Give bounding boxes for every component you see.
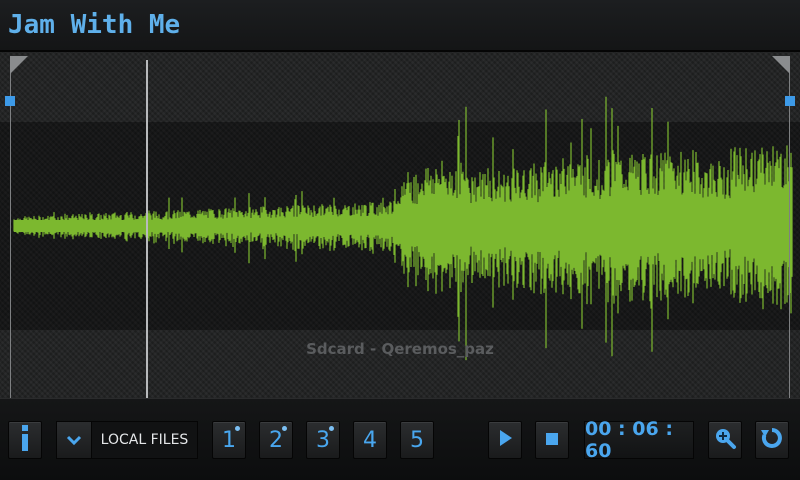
slot-1-indicator [235, 426, 240, 431]
slot-2-indicator [282, 426, 287, 431]
play-button[interactable] [488, 421, 522, 459]
waveform-core [14, 220, 792, 232]
loop-end-marker[interactable] [772, 56, 790, 74]
info-button[interactable] [8, 421, 42, 459]
slot-3-label: 3 [316, 427, 330, 453]
chevron-down-icon [66, 431, 82, 450]
stop-button[interactable] [535, 421, 569, 459]
info-icon [15, 423, 35, 457]
loop-icon [760, 426, 784, 454]
zoom-in-icon [713, 426, 737, 454]
bottom-toolbar: LOCAL FILES 1 2 3 4 5 00: 06: 60 [0, 398, 800, 480]
slot-5-button[interactable]: 5 [400, 421, 434, 459]
loop-start-handle[interactable] [5, 96, 15, 106]
loop-button[interactable] [755, 421, 789, 459]
source-label: Sdcard - Qeremos_paz [306, 340, 494, 358]
stop-icon [545, 431, 559, 450]
slot-5-label: 5 [410, 427, 424, 453]
app-title: Jam With Me [8, 10, 181, 40]
slot-3-button[interactable]: 3 [306, 421, 340, 459]
slot-1-button[interactable]: 1 [212, 421, 246, 459]
source-dropdown[interactable]: LOCAL FILES [56, 421, 198, 459]
slot-2-button[interactable]: 2 [259, 421, 293, 459]
time-display: 00 : 06 : 60 [584, 418, 694, 462]
dropdown-toggle[interactable] [57, 422, 92, 458]
header-bar: Jam With Me [0, 0, 800, 52]
slot-2-label: 2 [269, 427, 283, 453]
dropdown-label: LOCAL FILES [100, 432, 189, 448]
play-icon [497, 429, 513, 451]
zoom-button[interactable] [708, 421, 742, 459]
slot-1-label: 1 [222, 427, 236, 453]
loop-end-handle[interactable] [785, 96, 795, 106]
app-window: Jam With Me Sdcard - Qeremos_paz LOCAL F… [0, 0, 800, 480]
slot-4-label: 4 [363, 427, 377, 453]
slot-3-indicator [329, 426, 334, 431]
slot-4-button[interactable]: 4 [353, 421, 387, 459]
waveform-view[interactable]: Sdcard - Qeremos_paz [0, 52, 800, 398]
loop-start-marker[interactable] [10, 56, 28, 74]
